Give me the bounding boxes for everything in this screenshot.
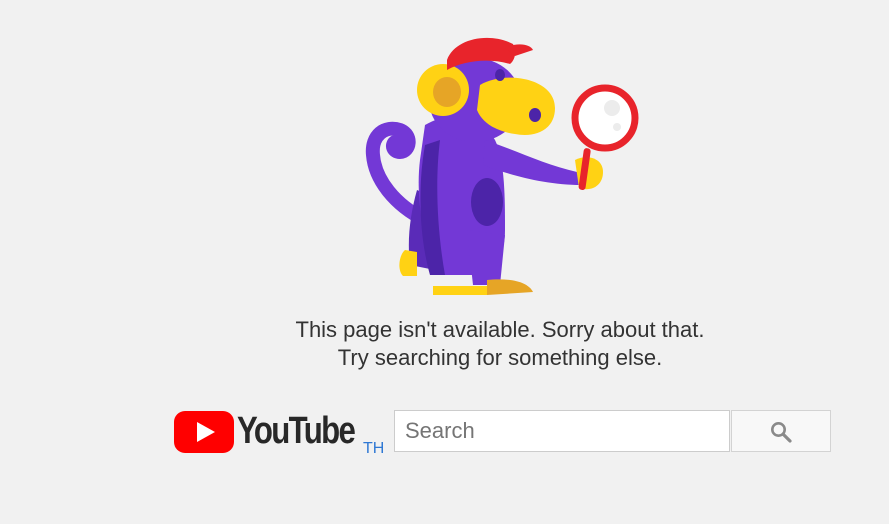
monkey-illustration: [365, 37, 639, 295]
error-line-2: Try searching for something else.: [337, 345, 663, 370]
country-code: TH: [363, 440, 385, 457]
youtube-logo-link[interactable]: YouTube TH: [174, 406, 389, 462]
youtube-play-icon: [174, 411, 234, 453]
search-icon: [771, 422, 792, 443]
error-message: This page isn't available. Sorry about t…: [0, 316, 889, 372]
error-page: This page isn't available. Sorry about t…: [0, 0, 889, 524]
search-input[interactable]: [394, 410, 730, 452]
search-button[interactable]: [731, 410, 831, 452]
error-line-1: This page isn't available. Sorry about t…: [295, 317, 705, 342]
youtube-wordmark: YouTube: [237, 410, 356, 452]
